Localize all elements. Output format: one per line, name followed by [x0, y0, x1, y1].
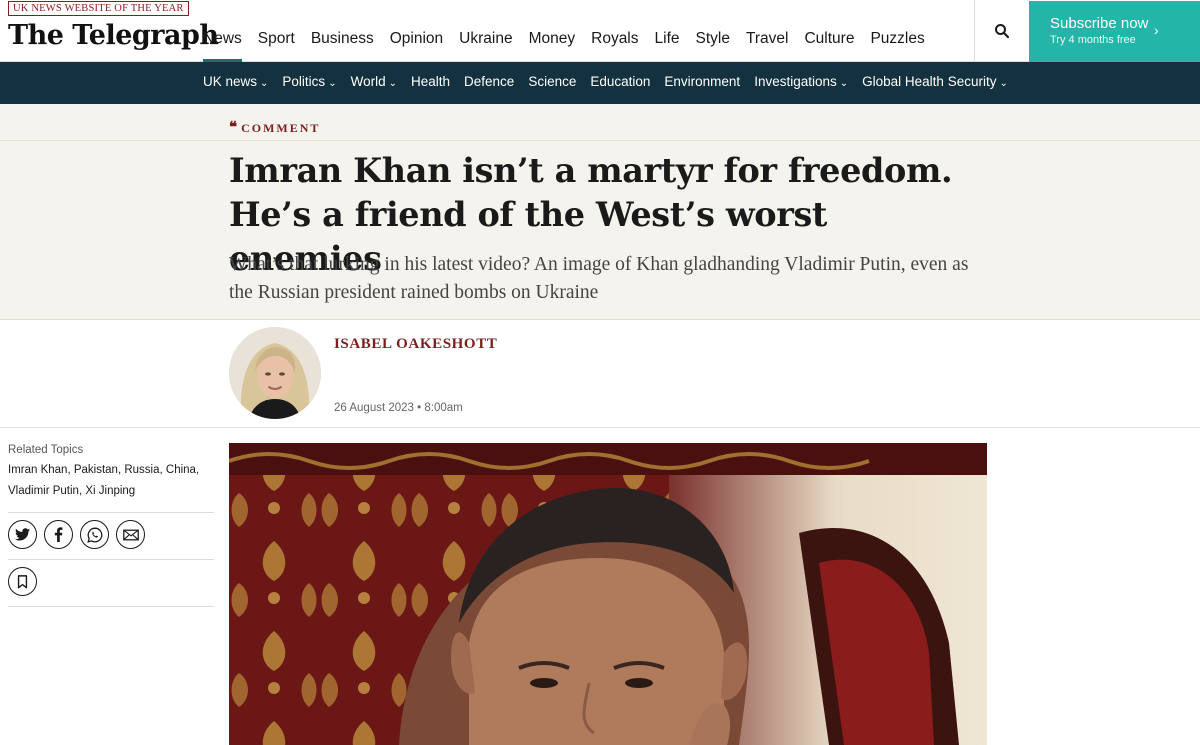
- nav-item-travel[interactable]: Travel: [738, 0, 797, 62]
- byline: ISABEL OAKESHOTT 26 August 2023 • 8:00am: [0, 320, 1200, 428]
- subscribe-label: Subscribe now: [1050, 15, 1149, 32]
- section-nav-label: World: [350, 74, 386, 89]
- chevron-down-icon: ⌄: [260, 78, 269, 89]
- subscribe-button[interactable]: Subscribe now Try 4 months free ›: [1029, 1, 1200, 62]
- nav-item-sport[interactable]: Sport: [250, 0, 303, 62]
- section-nav-label: Science: [528, 74, 577, 89]
- share-buttons: [8, 520, 214, 549]
- chevron-down-icon: ⌄: [388, 78, 397, 89]
- related-topics-label: Related Topics: [8, 444, 84, 456]
- section-nav-label: Politics: [282, 74, 326, 89]
- topic-link[interactable]: China: [166, 464, 196, 476]
- headline-band: ❝ COMMENT Imran Khan isn’t a martyr for f…: [0, 104, 1200, 320]
- section-nav-item-global-health-security[interactable]: Global Health Security ⌄: [855, 62, 1015, 104]
- section-nav-label: Education: [590, 74, 651, 89]
- top-bar: UK NEWS WEBSITE OF THE YEAR The Telegrap…: [0, 0, 1200, 62]
- chevron-down-icon: ⌄: [839, 78, 849, 89]
- section-nav: UK news ⌄ Politics ⌄ World ⌄ Health Defence Scie…: [0, 62, 1200, 104]
- whatsapp-share-button[interactable]: [80, 520, 109, 549]
- chevron-right-icon: ›: [1154, 22, 1159, 38]
- subscribe-offer: Try 4 months free: [1050, 34, 1136, 46]
- topic-link[interactable]: Russia: [124, 464, 159, 476]
- author-avatar[interactable]: [229, 327, 321, 419]
- topic-link[interactable]: Vladimir Putin: [8, 485, 79, 497]
- telegraph-logo[interactable]: The Telegraph: [8, 20, 219, 51]
- award-badge: UK NEWS WEBSITE OF THE YEAR: [8, 1, 189, 16]
- bookmark-button[interactable]: [8, 567, 37, 596]
- article-sidebar: Related Topics Imran Khan, Pakistan, Rus…: [8, 444, 214, 607]
- nav-item-opinion[interactable]: Opinion: [382, 0, 451, 62]
- comment-kicker[interactable]: ❝ COMMENT: [229, 118, 320, 137]
- section-nav-item-science[interactable]: Science: [521, 62, 583, 104]
- nav-item-business[interactable]: Business: [303, 0, 382, 62]
- quote-icon: ❝: [229, 120, 238, 136]
- section-nav-item-health[interactable]: Health: [404, 62, 457, 104]
- facebook-share-button[interactable]: [44, 520, 73, 549]
- nav-item-life[interactable]: Life: [647, 0, 688, 62]
- section-nav-item-defence[interactable]: Defence: [457, 62, 521, 104]
- search-button[interactable]: [974, 0, 1029, 62]
- related-topics-list: Imran Khan, Pakistan, Russia, China, Vla…: [8, 464, 200, 497]
- main-nav: News Sport Business Opinion Ukraine Money Roya…: [195, 0, 933, 62]
- section-nav-label: Health: [410, 74, 451, 89]
- email-icon: [122, 529, 139, 540]
- kicker-divider: [0, 140, 1200, 141]
- article-standfirst: What’s that lurking in his latest video?…: [229, 254, 969, 303]
- whatsapp-icon: [86, 527, 102, 543]
- nav-item-royals[interactable]: Royals: [583, 0, 646, 62]
- section-nav-label: Investigations: [754, 74, 837, 89]
- email-share-button[interactable]: [116, 520, 145, 549]
- section-nav-label: Global Health Security: [862, 74, 997, 89]
- topic-link[interactable]: Imran Khan: [8, 464, 67, 476]
- topic-link[interactable]: Xi Jinping: [85, 485, 135, 497]
- sidebar-divider: [8, 559, 214, 560]
- search-icon: [995, 24, 1010, 39]
- bookmark-icon: [17, 574, 28, 588]
- nav-item-money[interactable]: Money: [521, 0, 584, 62]
- section-nav-item-education[interactable]: Education: [583, 62, 657, 104]
- nav-item-style[interactable]: Style: [688, 0, 738, 62]
- chevron-down-icon: ⌄: [328, 78, 337, 89]
- sidebar-divider: [8, 512, 214, 513]
- save-article: [8, 567, 214, 596]
- section-nav-item-politics[interactable]: Politics ⌄: [275, 62, 343, 104]
- twitter-icon: [15, 528, 30, 541]
- article-hero-image: [229, 443, 987, 745]
- facebook-icon: [54, 527, 63, 542]
- nav-item-ukraine[interactable]: Ukraine: [451, 0, 520, 62]
- section-nav-label: Defence: [464, 74, 515, 89]
- publish-date: 26 August 2023 • 8:00am: [334, 402, 463, 414]
- nav-item-news[interactable]: News: [195, 0, 250, 62]
- section-nav-label: Environment: [664, 74, 741, 89]
- sidebar-divider: [8, 606, 214, 607]
- section-nav-label: UK news: [203, 74, 258, 89]
- section-nav-item-environment[interactable]: Environment: [657, 62, 747, 104]
- author-name[interactable]: ISABEL OAKESHOTT: [334, 336, 497, 353]
- chevron-down-icon: ⌄: [999, 78, 1008, 89]
- section-nav-item-world[interactable]: World ⌄: [344, 62, 404, 104]
- nav-item-puzzles[interactable]: Puzzles: [862, 0, 932, 62]
- topic-link[interactable]: Pakistan: [74, 464, 118, 476]
- section-nav-item-uk-news[interactable]: UK news ⌄: [196, 62, 275, 104]
- section-nav-item-investigations[interactable]: Investigations ⌄: [747, 62, 855, 104]
- kicker-label: COMMENT: [241, 121, 321, 135]
- twitter-share-button[interactable]: [8, 520, 37, 549]
- nav-item-culture[interactable]: Culture: [796, 0, 862, 62]
